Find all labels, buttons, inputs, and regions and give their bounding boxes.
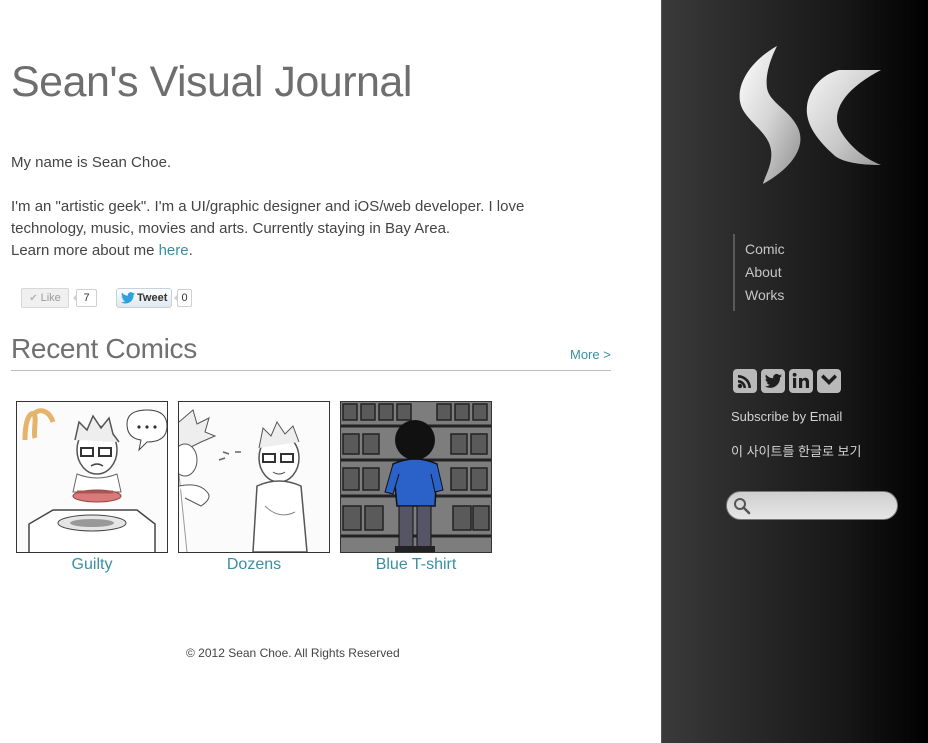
more-comics-link[interactable]: More >	[570, 347, 611, 362]
comic-caption-blue-tshirt[interactable]: Blue T-shirt	[340, 556, 492, 574]
comic-caption-dozens[interactable]: Dozens	[178, 556, 330, 574]
site-title: Sean's Visual Journal	[11, 58, 412, 106]
learn-more-link[interactable]: here	[159, 242, 189, 259]
twitter-bird-icon	[121, 292, 135, 310]
intro-name: My name is Sean Choe.	[11, 154, 172, 171]
rss-icon[interactable]	[733, 369, 757, 393]
footer-copyright: © 2012 Sean Choe. All Rights Reserved	[186, 646, 400, 660]
intro-paragraph: I'm an "artistic geek". I'm a UI/graphic…	[11, 198, 525, 237]
tweet-label: Tweet	[137, 292, 168, 304]
search-input[interactable]	[753, 496, 893, 517]
comic-item-dozens: Dozens	[178, 401, 330, 574]
comic-thumbnail-dozens[interactable]	[178, 401, 330, 553]
sidebar-nav: Comic About Works	[733, 234, 785, 311]
comic-thumbnail-blue-tshirt[interactable]	[340, 401, 492, 553]
comic-caption-guilty[interactable]: Guilty	[16, 556, 168, 574]
like-count: 7	[73, 289, 97, 307]
tweet-count: 0	[174, 289, 192, 307]
checkmark-icon: ✔	[29, 293, 38, 304]
intro-description: I'm an "artistic geek". I'm a UI/graphic…	[11, 196, 571, 262]
nav-item-works[interactable]: Works	[745, 280, 785, 311]
main-content: Sean's Visual Journal My name is Sean Ch…	[0, 0, 661, 743]
search-box	[726, 491, 898, 520]
learn-more-suffix: .	[188, 242, 193, 259]
comic-item-blue-tshirt: Blue T-shirt	[340, 401, 492, 574]
learn-more-prefix: Learn more about me	[11, 242, 159, 259]
comic-thumbnail-guilty[interactable]	[16, 401, 168, 553]
sidebar: Comic About Works Subscribe by Email 이 사…	[661, 0, 928, 743]
linkedin-icon[interactable]	[789, 369, 813, 393]
korean-version-link[interactable]: 이 사이트를 한글로 보기	[731, 441, 861, 460]
facebook-like-button[interactable]: ✔ Like	[21, 288, 69, 308]
subscribe-email-link[interactable]: Subscribe by Email	[731, 409, 842, 424]
section-divider	[11, 370, 611, 371]
search-icon	[733, 497, 751, 520]
comic-item-guilty: Guilty	[16, 401, 168, 574]
site-logo[interactable]	[735, 44, 885, 191]
heart-icon[interactable]	[817, 369, 841, 393]
recent-comics-heading: Recent Comics	[11, 333, 197, 364]
intro-text: My name is Sean Choe. I'm an "artistic g…	[11, 152, 571, 262]
like-label: Like	[40, 292, 61, 304]
twitter-icon[interactable]	[761, 369, 785, 393]
tweet-button[interactable]: Tweet	[116, 288, 172, 308]
